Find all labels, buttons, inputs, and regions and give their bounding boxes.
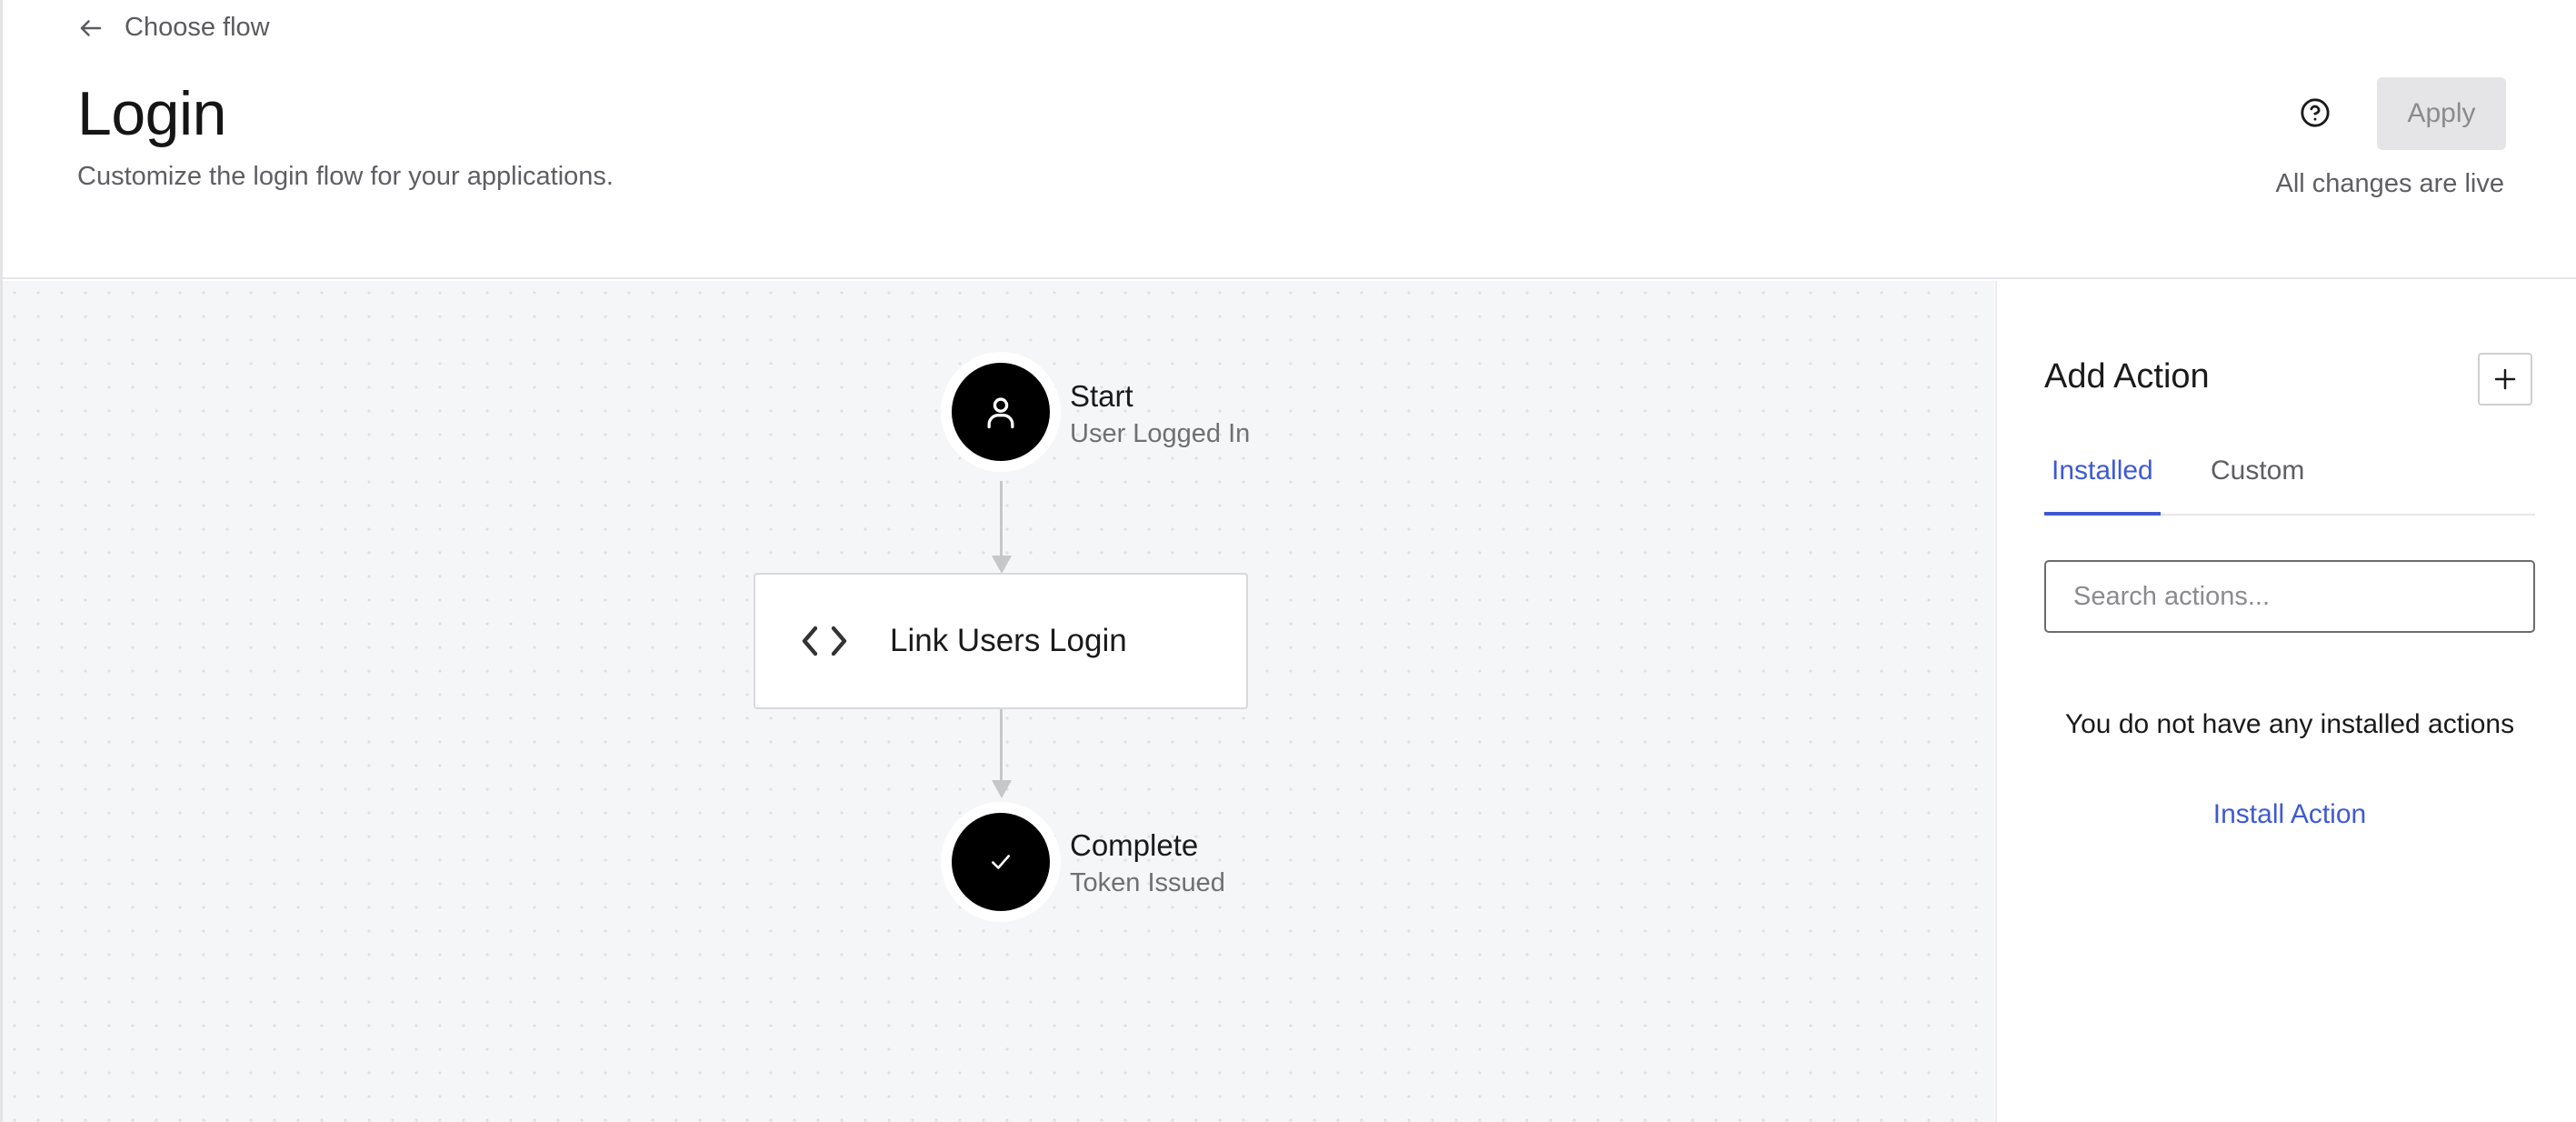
plus-icon — [2494, 368, 2516, 390]
tab-custom[interactable]: Custom — [2211, 456, 2304, 486]
start-node-title: Start — [1070, 379, 1133, 413]
live-status-text: All changes are live — [2275, 169, 2504, 198]
apply-button[interactable]: Apply — [2377, 77, 2506, 150]
help-icon — [2301, 98, 2330, 127]
start-node[interactable] — [941, 352, 1061, 472]
flow-connector — [1000, 709, 1003, 782]
check-icon — [992, 855, 1010, 869]
flow-arrowhead — [992, 780, 1012, 798]
page-header: Choose flow Login Customize the login fl… — [3, 0, 2576, 279]
start-node-subtitle: User Logged In — [1070, 419, 1251, 448]
empty-state-message: You do not have any installed actions — [2064, 709, 2515, 739]
flow-connector — [1000, 481, 1003, 557]
help-button[interactable] — [2297, 95, 2333, 131]
complete-node-title: Complete — [1070, 828, 1199, 862]
action-card-label: Link Users Login — [890, 623, 1127, 658]
active-tab-indicator — [2044, 512, 2161, 516]
user-icon — [987, 397, 1014, 429]
flow-arrowhead — [992, 556, 1012, 574]
add-action-panel: Add Action Installed Custom You do not h… — [1995, 281, 2576, 1122]
complete-node-badge — [952, 813, 1050, 911]
page-title: Login — [77, 79, 226, 148]
complete-node[interactable] — [941, 802, 1061, 922]
install-action-link[interactable]: Install Action — [2044, 799, 2535, 830]
action-tabs: Installed Custom — [2044, 454, 2535, 516]
tab-installed[interactable]: Installed — [2052, 456, 2153, 486]
action-card-link-users-login[interactable]: Link Users Login — [754, 573, 1248, 709]
back-link-label: Choose flow — [125, 13, 270, 42]
search-actions-input[interactable] — [2044, 560, 2535, 633]
back-link[interactable]: Choose flow — [77, 13, 270, 43]
arrow-left-icon — [80, 19, 102, 36]
code-icon — [802, 626, 847, 656]
add-action-button[interactable] — [2478, 353, 2532, 406]
page-subtitle: Customize the login flow for your applic… — [77, 162, 614, 191]
complete-node-subtitle: Token Issued — [1070, 868, 1225, 897]
panel-title: Add Action — [2044, 357, 2210, 396]
start-node-badge — [952, 363, 1050, 461]
page: Choose flow Login Customize the login fl… — [0, 0, 2576, 1122]
flow-canvas[interactable]: Start User Logged In Link Users Login Co… — [3, 281, 1994, 1122]
